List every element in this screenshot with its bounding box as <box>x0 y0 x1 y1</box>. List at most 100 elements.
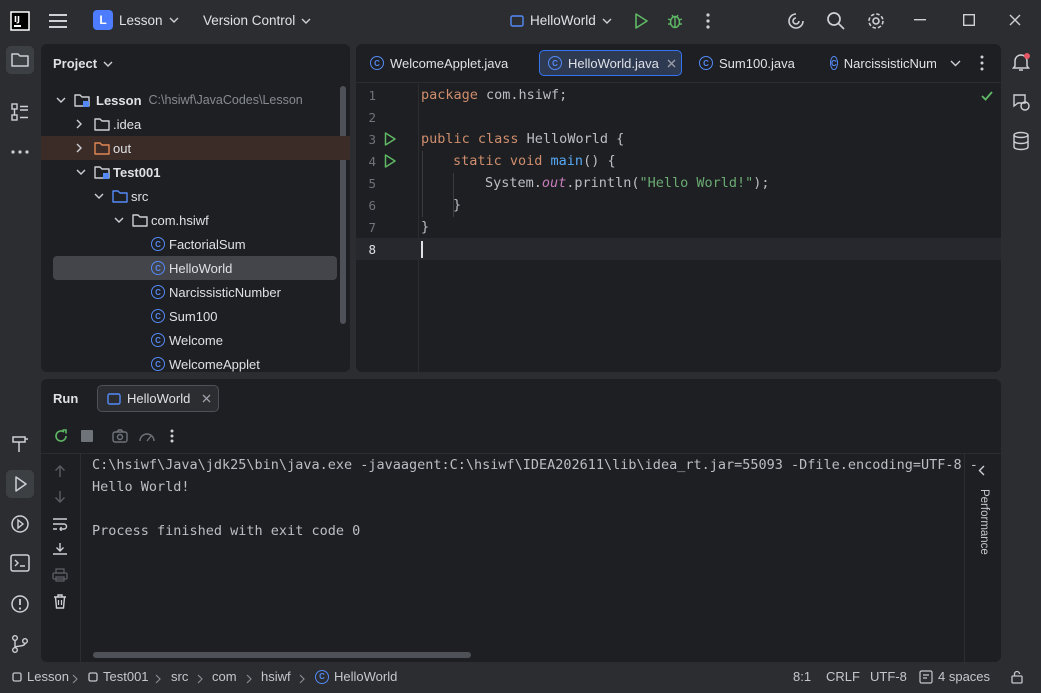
rerun-icon[interactable] <box>53 428 69 444</box>
tree-label: Test001 <box>113 164 161 180</box>
search-icon[interactable] <box>826 11 846 31</box>
run-button[interactable] <box>634 13 648 29</box>
chevron-down-icon <box>94 193 104 199</box>
camera-icon[interactable] <box>112 429 128 443</box>
profiler-gauge-icon[interactable] <box>138 428 156 444</box>
tree-label: HelloWorld <box>169 260 233 276</box>
caret-position[interactable]: 8:1 <box>793 669 811 684</box>
debug-button[interactable] <box>666 12 684 30</box>
minimize-icon[interactable] <box>914 19 926 21</box>
code-line-4[interactable]: static void main() { <box>453 153 616 169</box>
tree-row-class[interactable]: C NarcissisticNumber <box>151 280 281 304</box>
code-line-1[interactable]: package com.hsiwf; <box>421 87 567 103</box>
tree-row-class[interactable]: C Welcome <box>151 328 223 352</box>
scroll-to-end-icon[interactable] <box>52 542 68 556</box>
close-tab-icon[interactable] <box>202 394 211 403</box>
tree-row-test001[interactable]: Test001 <box>76 160 160 184</box>
code-text: () { <box>583 153 616 169</box>
problems-icon[interactable] <box>10 594 30 614</box>
code-line-3[interactable]: public class HelloWorld { <box>421 131 624 147</box>
breadcrumb-test001[interactable]: Test001 <box>88 669 149 684</box>
tab-welcomeapplet[interactable]: C WelcomeApplet.java <box>370 50 508 76</box>
vcs-label: Version Control <box>203 13 296 28</box>
git-branch-icon[interactable] <box>10 634 30 654</box>
run-more-icon[interactable] <box>170 429 174 443</box>
maximize-icon[interactable] <box>963 14 975 26</box>
app-logo-icon[interactable]: IJ <box>10 11 30 31</box>
tree-row-idea[interactable]: .idea <box>76 112 141 136</box>
project-switcher[interactable]: L Lesson <box>93 10 179 30</box>
build-hammer-icon[interactable] <box>10 434 30 454</box>
breadcrumb-com[interactable]: com <box>212 669 237 684</box>
close-tab-icon[interactable] <box>667 59 676 68</box>
vcs-menu[interactable]: Version Control <box>203 13 311 28</box>
chevron-down-icon <box>602 18 612 24</box>
terminal-icon[interactable] <box>10 554 30 572</box>
project-panel-header[interactable]: Project <box>53 56 113 71</box>
gear-icon[interactable] <box>866 11 886 31</box>
breadcrumb-lesson[interactable]: Lesson <box>12 669 69 684</box>
chevron-left-icon[interactable] <box>978 465 985 476</box>
print-icon[interactable] <box>52 568 68 582</box>
app-window-icon <box>107 392 121 405</box>
code-line-6[interactable]: } <box>453 197 461 213</box>
trash-icon[interactable] <box>53 594 67 609</box>
performance-side-tab[interactable]: Performance <box>974 489 990 569</box>
tabs-more-icon[interactable] <box>980 55 984 71</box>
stop-icon[interactable] <box>81 430 93 442</box>
structure-tool-icon[interactable] <box>10 102 30 122</box>
breadcrumb-separator <box>246 674 252 684</box>
line-separator[interactable]: CRLF <box>826 669 860 684</box>
tabs-dropdown-icon[interactable] <box>950 60 961 67</box>
tree-row-out[interactable]: out <box>76 136 131 160</box>
indent-setting[interactable]: 4 spaces <box>919 669 990 684</box>
code-line-7[interactable]: } <box>421 219 429 235</box>
notifications-bell-icon[interactable] <box>1011 52 1031 72</box>
tree-label: out <box>113 140 132 156</box>
project-scrollbar[interactable] <box>340 86 346 324</box>
more-actions-icon[interactable] <box>706 13 710 29</box>
breadcrumb-helloworld[interactable]: C HelloWorld <box>315 669 397 684</box>
tree-row-class[interactable]: C WelcomeApplet <box>151 352 260 372</box>
run-tab-label: HelloWorld <box>127 391 191 406</box>
tab-sum100[interactable]: C Sum100.java <box>699 50 795 76</box>
java-class-icon: C <box>151 261 165 275</box>
tree-row-lesson[interactable]: Lesson C:\hsiwf\JavaCodes\Lesson <box>56 88 303 112</box>
string-literal: "Hello World!" <box>639 175 754 191</box>
project-tool-button[interactable] <box>6 46 34 74</box>
gutter-run-icon[interactable] <box>384 132 396 146</box>
gutter-run-icon[interactable] <box>384 154 396 168</box>
java-class-icon: C <box>830 56 838 70</box>
tab-helloworld-active[interactable]: C HelloWorld.java <box>539 50 682 76</box>
more-tools-icon[interactable] <box>11 150 29 154</box>
breadcrumb-src[interactable]: src <box>171 669 188 684</box>
folder-icon <box>11 53 29 67</box>
services-icon[interactable] <box>10 514 30 534</box>
scroll-up-icon[interactable] <box>54 464 66 478</box>
run-config-selector[interactable]: HelloWorld <box>510 13 612 28</box>
database-icon[interactable] <box>1012 131 1030 151</box>
tree-row-src[interactable]: src <box>94 184 148 208</box>
console-horizontal-scrollbar[interactable] <box>93 652 471 658</box>
ai-assistant-icon[interactable] <box>786 11 806 31</box>
tree-row-class[interactable]: C Sum100 <box>151 304 217 328</box>
tree-row-package[interactable]: com.hsiwf <box>114 208 209 232</box>
breadcrumb-label: Test001 <box>103 669 149 684</box>
code-line-5[interactable]: System.out.println("Hello World!"); <box>485 175 770 191</box>
tree-label: NarcissisticNumber <box>169 284 281 300</box>
breadcrumb-hsiwf[interactable]: hsiwf <box>261 669 291 684</box>
main-menu-icon[interactable] <box>49 13 67 29</box>
line-number: 3 <box>368 132 376 147</box>
scroll-down-icon[interactable] <box>54 490 66 504</box>
close-icon[interactable] <box>1009 14 1021 26</box>
ai-chat-icon[interactable] <box>1011 92 1031 112</box>
run-tool-button[interactable] <box>6 470 34 498</box>
tree-row-class-selected[interactable]: C HelloWorld <box>151 256 232 280</box>
indent-guide <box>422 151 423 217</box>
soft-wrap-icon[interactable] <box>52 517 68 531</box>
tab-narcissistic[interactable]: C NarcissisticNum <box>830 50 936 76</box>
lock-icon[interactable] <box>1010 670 1024 684</box>
tree-row-class[interactable]: C FactorialSum <box>151 232 246 256</box>
run-tab-helloworld[interactable]: HelloWorld <box>97 385 219 412</box>
file-encoding[interactable]: UTF-8 <box>870 669 907 684</box>
